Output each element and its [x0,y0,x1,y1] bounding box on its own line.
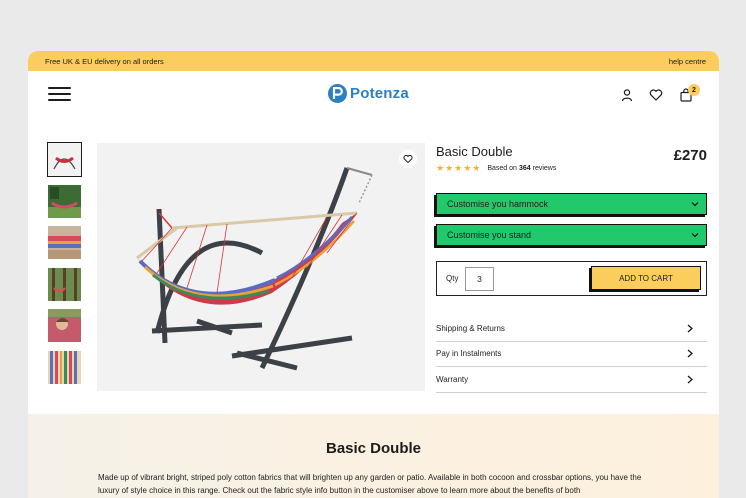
add-to-cart-button[interactable]: ADD TO CART [591,266,701,290]
wishlist-heart-icon[interactable] [649,88,663,102]
chevron-right-icon [687,324,693,333]
review-count: 364 [518,165,531,172]
chevron-right-icon [687,375,693,384]
qty-label: Qty [446,274,459,283]
chevron-down-icon [691,233,699,238]
thumbnail-fabric-closeup[interactable] [48,226,81,259]
main-product-image [97,143,425,391]
rating-prefix: Based on [487,165,517,172]
product-title: Basic Double [436,144,513,159]
description-heading: Basic Double [325,440,422,457]
customise-stand-button[interactable]: Customise you stand [436,224,707,246]
promo-text: Free UK & EU delivery on all orders [45,56,164,66]
site-header: Potenza 2 [28,71,719,121]
description-text: Made up of vibrant bright, striped poly … [98,473,642,495]
chevron-down-icon [691,202,699,207]
description-section: Basic Double Made up of vibrant bright, … [28,414,719,498]
thumbnail-hammock-stand[interactable] [47,142,82,177]
logo-text: Potenza [350,85,409,102]
user-icon[interactable] [620,88,634,102]
accordion-label: Warranty [436,374,469,384]
help-centre-link[interactable]: help centre [669,57,706,66]
rating-stars-icon: ★★★★★ [436,163,482,173]
customise-hammock-label: Customise you hammock [447,199,549,209]
accordion-label: Pay in Instalments [436,349,502,359]
customise-stand-label: Customise you stand [447,230,532,240]
hammock-illustration [136,167,373,371]
thumbnail-garden[interactable] [48,184,81,218]
thumbnail-list [47,142,82,392]
thumbnail-stripes[interactable] [48,350,81,384]
thumbnail-forest[interactable] [48,267,81,301]
add-to-wishlist-icon[interactable] [399,150,417,168]
rating-suffix: reviews [532,165,557,172]
accordion-shipping-returns[interactable]: Shipping & Returns [436,316,707,342]
product-price: £270 [673,147,707,164]
product-rating[interactable]: ★★★★★ Based on 364 reviews [436,163,556,174]
logo-mark-icon [328,84,347,103]
page-frame: Free UK & EU delivery on all orders help… [28,51,719,498]
thumbnail-person[interactable] [48,309,81,342]
accordion-label: Shipping & Returns [436,323,505,333]
chevron-right-icon [687,349,693,358]
qty-input[interactable]: 3 [465,267,494,291]
customise-hammock-button[interactable]: Customise you hammock [436,193,707,215]
promo-bar: Free UK & EU delivery on all orders help… [28,51,719,71]
cart-count-badge: 2 [688,84,700,96]
menu-icon[interactable] [48,87,71,101]
accordion-warranty[interactable]: Warranty [436,367,707,393]
logo[interactable]: Potenza [328,84,409,103]
add-to-cart-panel: Qty 3 ADD TO CART [436,261,707,296]
accordion-pay-in-instalments[interactable]: Pay in Instalments [436,342,707,367]
